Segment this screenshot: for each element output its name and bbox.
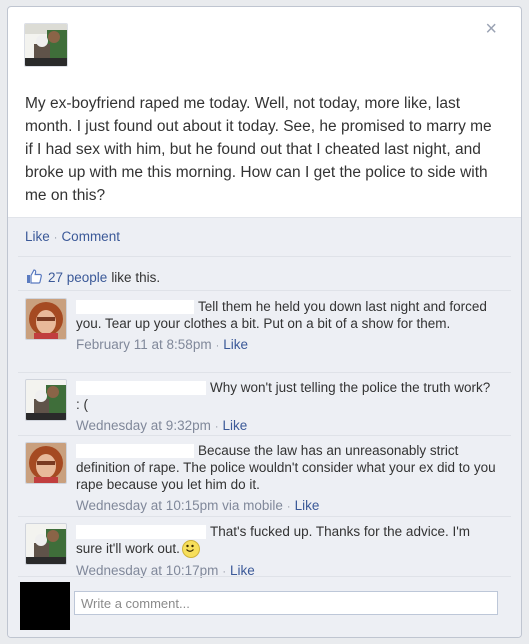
feedback-section: Like · Comment 27 people like this. Tell… <box>8 217 521 637</box>
post-actions: Like · Comment <box>25 229 120 244</box>
divider <box>18 516 511 517</box>
divider <box>18 435 511 436</box>
commenter-avatar[interactable] <box>25 379 67 421</box>
likes-suffix: like this. <box>111 270 161 285</box>
comment-link[interactable]: Comment <box>61 229 120 244</box>
post-text: My ex-boyfriend raped me today. Well, no… <box>25 95 492 204</box>
comment-meta: February 11 at 8:58pm · Like <box>76 336 496 355</box>
redacted-name <box>76 525 206 540</box>
comment-timestamp[interactable]: February 11 at 8:58pm <box>76 337 212 352</box>
comment-timestamp[interactable]: Wednesday at 10:15pm <box>76 498 218 513</box>
redacted-name <box>76 381 206 396</box>
divider <box>18 576 511 577</box>
author-avatar[interactable] <box>24 23 68 67</box>
likes-count-link[interactable]: 27 people <box>48 270 107 285</box>
commenter-avatar[interactable] <box>25 523 67 565</box>
likes-summary: 27 people like this. <box>26 268 160 287</box>
divider <box>18 372 511 373</box>
comment-meta: Wednesday at 10:17pm · Like <box>76 562 496 581</box>
comment-like-link[interactable]: Like <box>223 418 248 433</box>
comment-timestamp[interactable]: Wednesday at 9:32pm <box>76 418 211 433</box>
like-link[interactable]: Like <box>25 229 50 244</box>
story-card: × My ex-boyfriend raped me today. Well, … <box>7 6 522 638</box>
commenter-avatar[interactable] <box>25 442 67 484</box>
comment-via: via mobile <box>222 498 283 513</box>
comment-composer <box>20 582 510 630</box>
separator-dot: · <box>53 232 58 244</box>
divider <box>18 256 511 257</box>
comment-body: Why won't just telling the police the tr… <box>76 379 496 436</box>
comment-meta: Wednesday at 9:32pm · Like <box>76 417 496 436</box>
comment-like-link[interactable]: Like <box>295 498 320 513</box>
separator-dot: · <box>286 501 291 513</box>
comment-body: Tell them he held you down last night an… <box>76 298 496 355</box>
thumbs-up-icon <box>26 268 42 287</box>
commenter-avatar[interactable] <box>25 298 67 340</box>
divider <box>18 290 511 291</box>
comment-like-link[interactable]: Like <box>223 337 248 352</box>
viewer-avatar <box>20 582 70 630</box>
redacted-name <box>76 300 194 315</box>
comment-body: Because the law has an unreasonably stri… <box>76 442 496 516</box>
close-icon[interactable]: × <box>485 19 497 39</box>
separator-dot: · <box>214 421 219 433</box>
comment-meta: Wednesday at 10:15pm via mobile · Like <box>76 497 496 516</box>
comment-input[interactable] <box>74 591 498 615</box>
smiley-emoticon-icon <box>181 540 200 559</box>
redacted-name <box>76 444 194 459</box>
comment-body: That's fucked up. Thanks for the advice.… <box>76 523 496 581</box>
separator-dot: · <box>215 340 220 352</box>
